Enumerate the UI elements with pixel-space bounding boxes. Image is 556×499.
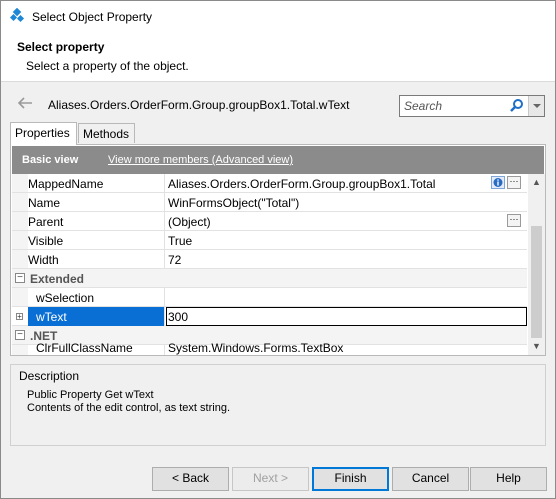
property-value: Aliases.Orders.OrderForm.Group.groupBox1…: [168, 177, 436, 191]
property-row-wtext[interactable]: + wText 300: [12, 307, 527, 326]
properties-panel: Basic view View more members (Advanced v…: [10, 144, 546, 356]
header-title: Select property: [17, 40, 105, 54]
tab-methods-label: Methods: [83, 127, 130, 141]
property-name: wSelection: [36, 291, 95, 305]
property-value: WinFormsObject("Total"): [168, 196, 300, 210]
info-icon[interactable]: [491, 176, 505, 189]
object-path: Aliases.Orders.OrderForm.Group.groupBox1…: [48, 98, 350, 112]
ellipsis-icon[interactable]: ···: [507, 214, 521, 227]
property-row-name[interactable]: Name WinFormsObject("Total"): [12, 193, 527, 212]
view-bar: Basic view View more members (Advanced v…: [12, 146, 544, 174]
description-title: Description: [19, 369, 80, 383]
next-button-label: Next >: [252, 471, 288, 485]
property-row-wselection[interactable]: wSelection: [12, 288, 527, 307]
tab-properties[interactable]: Properties: [10, 122, 77, 145]
back-button-label: < Back: [171, 471, 210, 485]
property-value: True: [168, 234, 193, 248]
description-panel: Description Public Property Get wText Co…: [10, 364, 546, 446]
app-icon: [10, 8, 25, 23]
title-bar: Select Object Property: [1, 1, 555, 32]
back-button[interactable]: < Back: [152, 467, 229, 491]
ellipsis-icon[interactable]: ···: [507, 176, 521, 189]
property-name: Width: [28, 253, 59, 267]
group-label: Extended: [30, 272, 85, 286]
group-extended[interactable]: − Extended: [12, 269, 527, 288]
property-value: 300: [168, 310, 189, 324]
property-name: Parent: [28, 215, 64, 229]
scroll-down-icon[interactable]: ▼: [528, 338, 545, 355]
finish-button-label: Finish: [334, 471, 367, 485]
basic-view-label: Basic view: [22, 154, 79, 166]
property-value: System.Windows.Forms.TextBox: [168, 341, 344, 355]
property-name: MappedName: [28, 177, 104, 191]
property-value-editor[interactable]: [166, 307, 527, 326]
property-name: Visible: [28, 234, 64, 248]
dropdown-icon: [533, 104, 541, 108]
help-button[interactable]: Help: [470, 467, 547, 491]
property-value: (Object): [168, 215, 211, 229]
property-row-mappedname[interactable]: MappedName Aliases.Orders.OrderForm.Grou…: [12, 174, 527, 193]
description-line-2: Contents of the edit control, as text st…: [27, 402, 230, 414]
search-box[interactable]: Search: [399, 95, 545, 117]
advanced-view-link[interactable]: View more members (Advanced view): [108, 154, 293, 166]
property-row-parent[interactable]: Parent (Object) ···: [12, 212, 527, 231]
header-subtitle: Select a property of the object.: [26, 59, 189, 73]
grid-scrollbar[interactable]: ▲ ▼: [528, 174, 545, 355]
scroll-up-icon[interactable]: ▲: [528, 174, 545, 191]
collapse-icon[interactable]: −: [15, 330, 25, 340]
property-row-width[interactable]: Width 72: [12, 250, 527, 269]
next-button[interactable]: Next >: [232, 467, 309, 491]
finish-button[interactable]: Finish: [312, 467, 389, 491]
search-input[interactable]: Search: [404, 99, 442, 113]
property-grid: MappedName Aliases.Orders.OrderForm.Grou…: [12, 174, 527, 355]
window-title: Select Object Property: [32, 10, 153, 24]
tab-properties-label: Properties: [15, 126, 70, 140]
property-name: ClrFullClassName: [36, 341, 133, 355]
property-name: wText: [36, 310, 67, 324]
dialog-window: Select Object Property Select property S…: [0, 0, 556, 499]
scroll-thumb[interactable]: [531, 226, 542, 338]
cancel-button-label: Cancel: [411, 471, 450, 485]
property-name: Name: [28, 196, 61, 210]
collapse-icon[interactable]: −: [15, 273, 25, 283]
search-icon[interactable]: [508, 98, 526, 114]
expand-icon[interactable]: +: [16, 313, 23, 321]
property-value: 72: [168, 253, 182, 267]
help-button-label: Help: [496, 471, 521, 485]
property-row-clrfullclassname[interactable]: ClrFullClassName System.Windows.Forms.Te…: [12, 341, 527, 355]
description-line-1: Public Property Get wText: [27, 389, 154, 401]
cancel-button[interactable]: Cancel: [392, 467, 469, 491]
property-row-visible[interactable]: Visible True: [12, 231, 527, 250]
wizard-header: Select property Select a property of the…: [1, 32, 555, 82]
tab-methods[interactable]: Methods: [78, 123, 135, 143]
search-dropdown-button[interactable]: [528, 96, 544, 116]
back-arrow-icon[interactable]: [17, 96, 33, 110]
